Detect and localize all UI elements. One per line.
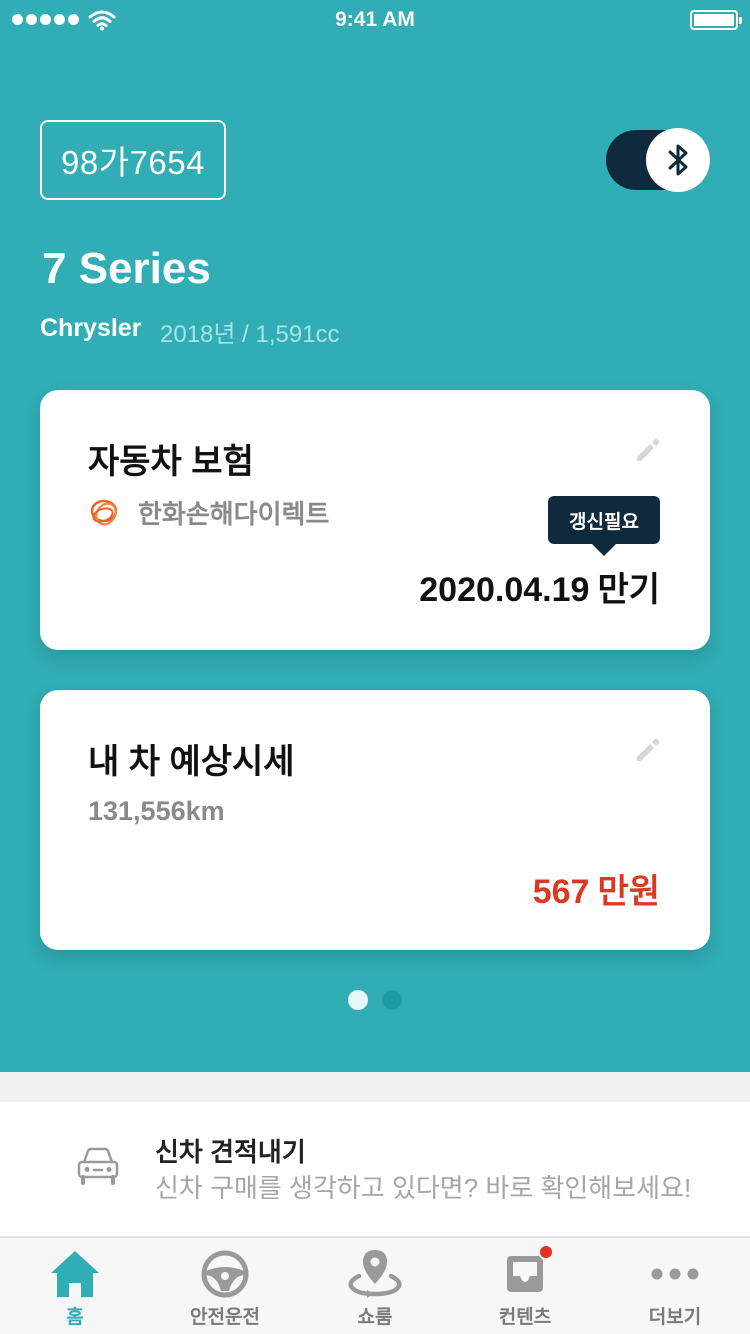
estimated-price: 567 만원 bbox=[533, 864, 660, 913]
status-time: 9:41 AM bbox=[335, 8, 415, 31]
tab-label: 더보기 bbox=[648, 1307, 702, 1328]
valuation-card[interactable]: 내 차 예상시세 131,556km 567 만원 bbox=[40, 690, 710, 950]
car-spec: 2018년 / 1,591cc bbox=[160, 321, 340, 348]
page-dot[interactable] bbox=[382, 990, 402, 1010]
home-icon bbox=[45, 1246, 105, 1302]
expiry-date: 2020.04.19 bbox=[419, 571, 590, 609]
insurance-card[interactable]: 자동차 보험 한화손해다이렉트 갱신필요 2020.04.19 만기 bbox=[40, 390, 710, 650]
tab-showroom[interactable]: 쇼룸 bbox=[300, 1238, 450, 1334]
insurance-card-title: 자동차 보험 bbox=[88, 443, 254, 481]
car-model: 7 Series bbox=[42, 244, 211, 293]
edit-icon[interactable] bbox=[634, 736, 662, 769]
valuation-card-title: 내 차 예상시세 bbox=[88, 743, 295, 781]
edit-icon[interactable] bbox=[634, 436, 662, 469]
promo-subtitle: 신차 구매를 생각하고 있다면? 바로 확인해보세요! bbox=[155, 1173, 692, 1203]
tab-contents[interactable]: 컨텐츠 bbox=[450, 1238, 600, 1334]
bluetooth-toggle[interactable] bbox=[606, 128, 710, 192]
bluetooth-icon bbox=[646, 128, 710, 192]
tab-safe-driving[interactable]: 안전운전 bbox=[150, 1238, 300, 1334]
renewal-needed-badge: 갱신필요 bbox=[548, 496, 660, 556]
price-value: 567 bbox=[532, 873, 590, 911]
tab-label: 안전운전 bbox=[190, 1307, 260, 1328]
new-content-badge bbox=[538, 1244, 554, 1260]
promo-title: 신차 견적내기 bbox=[155, 1137, 306, 1167]
page-indicator bbox=[348, 990, 402, 1010]
tab-more[interactable]: 더보기 bbox=[600, 1238, 750, 1334]
steering-wheel-icon bbox=[195, 1246, 255, 1302]
price-unit: 만원 bbox=[597, 873, 660, 911]
tab-label: 쇼룸 bbox=[357, 1307, 393, 1328]
insurance-expiry: 2020.04.19 만기 bbox=[419, 562, 660, 611]
section-divider bbox=[0, 1072, 750, 1102]
tab-label: 컨텐츠 bbox=[498, 1307, 552, 1328]
page-dot-active[interactable] bbox=[348, 990, 368, 1010]
bottom-tab-bar: 홈 안전운전 쇼룸 컨텐츠 더보기 bbox=[0, 1236, 750, 1334]
license-plate[interactable]: 98가7654 bbox=[40, 120, 226, 200]
insurer: 한화손해다이렉트 bbox=[88, 494, 329, 531]
location-pin-icon bbox=[345, 1246, 405, 1302]
more-icon bbox=[645, 1246, 705, 1302]
new-car-quote-banner[interactable]: 신차 견적내기 신차 구매를 생각하고 있다면? 바로 확인해보세요! bbox=[0, 1102, 750, 1236]
vehicle-header: 9:41 AM 98가7654 7 Series Chrysler 2018년 … bbox=[0, 0, 750, 1072]
battery-icon bbox=[690, 10, 742, 30]
status-bar: 9:41 AM bbox=[0, 0, 750, 40]
insurer-logo-icon bbox=[88, 496, 122, 530]
car-icon bbox=[76, 1146, 120, 1191]
expiry-unit: 만기 bbox=[597, 571, 660, 609]
mileage: 131,556km bbox=[88, 796, 225, 826]
tab-home[interactable]: 홈 bbox=[0, 1238, 150, 1334]
car-maker: Chrysler bbox=[40, 314, 142, 342]
insurer-name: 한화손해다이렉트 bbox=[138, 499, 330, 529]
tab-label: 홈 bbox=[66, 1307, 84, 1328]
